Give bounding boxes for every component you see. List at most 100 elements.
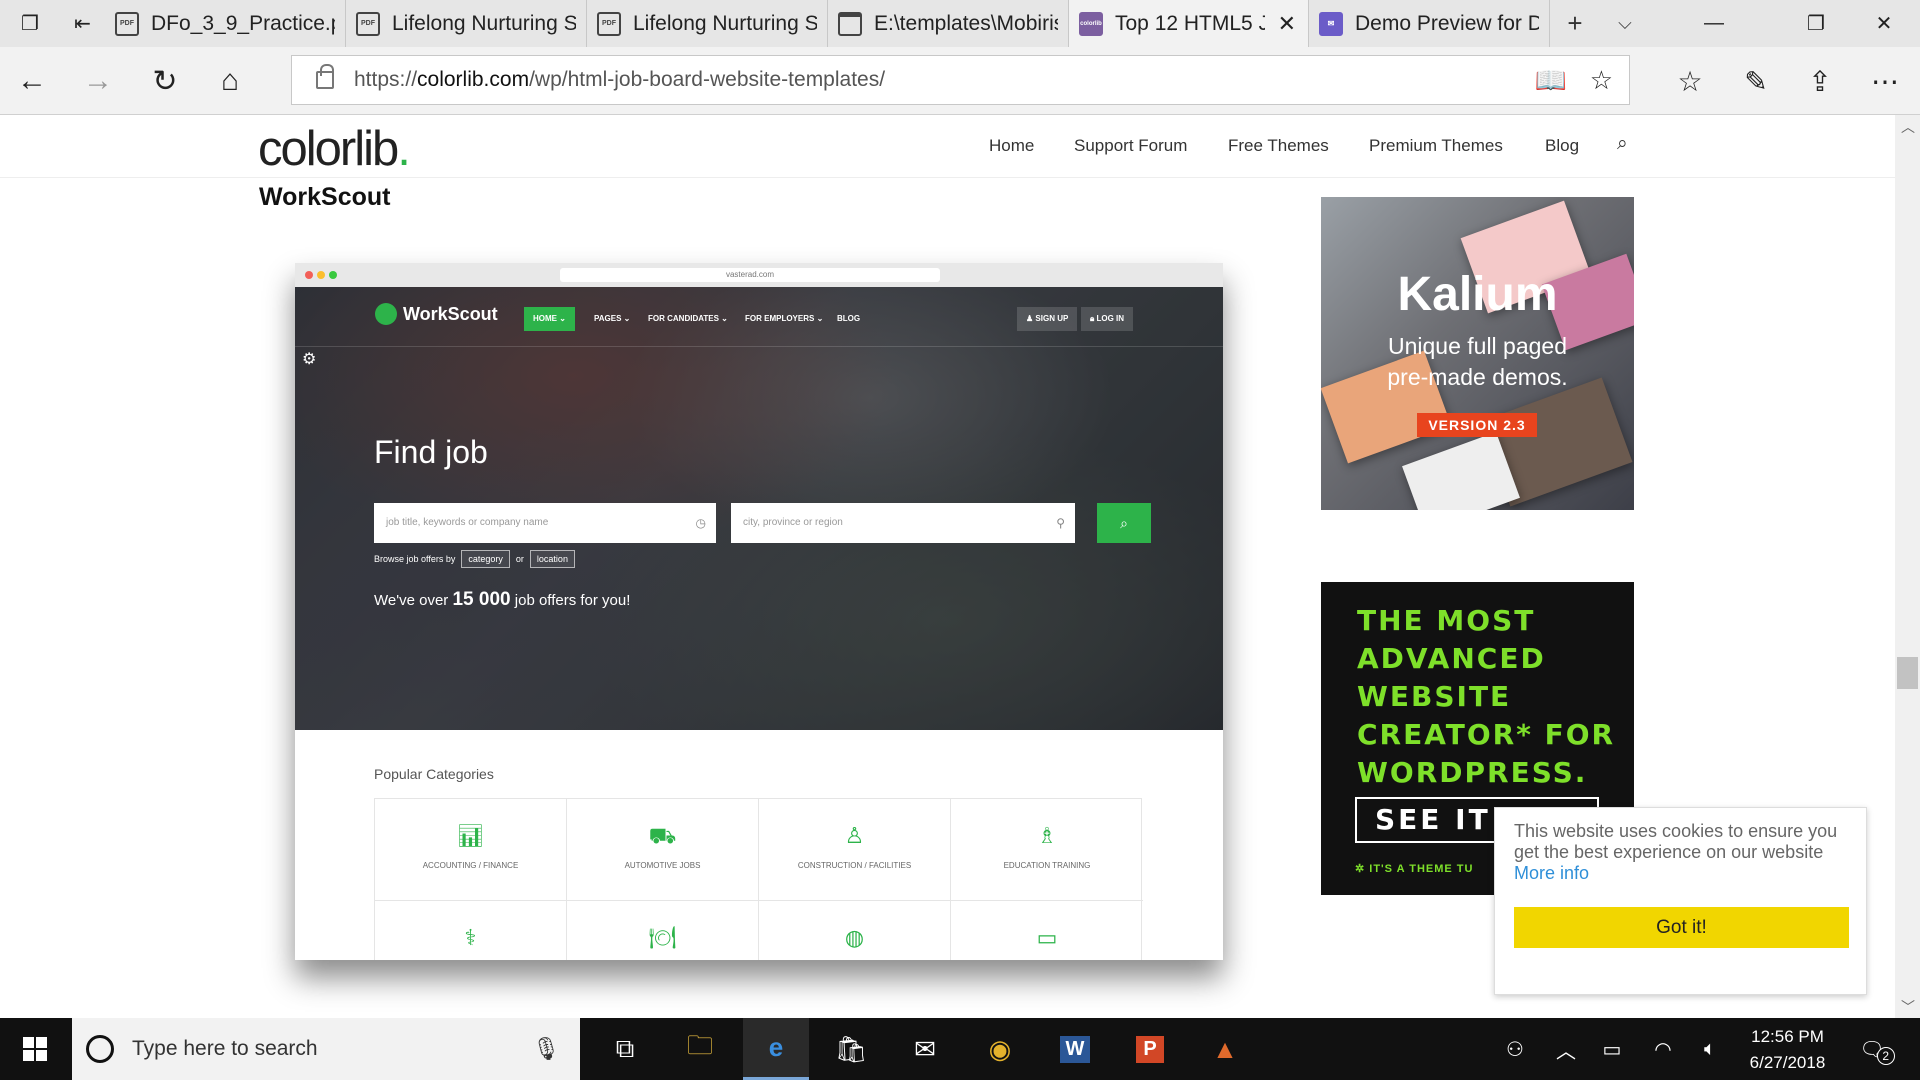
plus-icon: + bbox=[1567, 8, 1583, 38]
reading-view-icon[interactable]: 📖 bbox=[1535, 65, 1567, 96]
workscout-preview-image[interactable]: vasterad.com WorkScout HOME ⌄ PAGES ⌄ FO… bbox=[295, 263, 1223, 960]
mock-sign-up: ♟ SIGN UP bbox=[1017, 307, 1078, 331]
powerpoint-button[interactable]: P bbox=[1117, 1018, 1183, 1080]
close-tab-icon[interactable]: ✕ bbox=[1278, 11, 1296, 37]
action-center-button[interactable]: 🗨︎ 2 bbox=[1852, 1018, 1902, 1080]
refresh-button[interactable]: ↻ bbox=[135, 47, 195, 115]
mockup-hero-title: Find job bbox=[374, 434, 488, 470]
matlab-icon: ▲ bbox=[1212, 1033, 1238, 1064]
start-button[interactable] bbox=[0, 1018, 70, 1080]
mock-offers-line: We've over 15 000 job offers for you! bbox=[374, 589, 630, 611]
tab-label: Top 12 HTML5 Jo bbox=[1115, 11, 1265, 35]
pdf-icon: PDF bbox=[356, 11, 380, 36]
clock-date: 6/27/2018 bbox=[1749, 1053, 1826, 1072]
edge-button[interactable]: e bbox=[743, 1018, 809, 1080]
tab-label: Lifelong Nurturing S bbox=[392, 11, 576, 35]
nav-support-forum[interactable]: Support Forum bbox=[1074, 136, 1187, 156]
taskbar-clock[interactable]: 12:56 PM 6/27/2018 bbox=[1735, 1024, 1840, 1076]
colorlib-logo[interactable]: colorlib. bbox=[258, 121, 411, 177]
cookie-message: This website uses cookies to ensure you … bbox=[1514, 821, 1838, 862]
forward-button[interactable]: → bbox=[68, 47, 128, 115]
mock-nav-employers: FOR EMPLOYERS ⌄ bbox=[745, 314, 824, 323]
location-placeholder: city, province or region bbox=[743, 517, 843, 528]
cookie-consent-popup: This website uses cookies to ensure you … bbox=[1494, 807, 1867, 995]
page-scrollbar[interactable]: ︿ ﹀ bbox=[1895, 115, 1920, 1018]
mock-nav-candidates: FOR CANDIDATES ⌄ bbox=[648, 314, 728, 323]
set-aside-tabs-button[interactable]: ⇤ bbox=[60, 0, 105, 47]
tab-label: E:\templates\Mobiris bbox=[874, 11, 1058, 35]
scroll-down-icon[interactable]: ﹀ bbox=[1901, 997, 1915, 1017]
new-tab-button[interactable]: + bbox=[1550, 0, 1600, 47]
user-icon: ♟ bbox=[1026, 314, 1036, 323]
browser-tab-4[interactable]: E:\templates\Mobiris bbox=[828, 0, 1069, 47]
kalium-ad[interactable]: Kalium Unique full paged pre-made demos.… bbox=[1321, 197, 1634, 510]
notes-button[interactable]: ✎ bbox=[1726, 47, 1786, 115]
more-button[interactable]: ⋯ bbox=[1855, 47, 1915, 115]
back-arrow-icon: ← bbox=[17, 64, 47, 97]
wifi-icon[interactable]: ◠ bbox=[1645, 1018, 1681, 1080]
demo-icon: ✉ bbox=[1319, 11, 1343, 36]
category-construction: ♙ CONSTRUCTION / FACILITIES bbox=[759, 799, 951, 901]
word-button[interactable]: W bbox=[1042, 1018, 1108, 1080]
volume-icon[interactable]: 🔈︎ bbox=[1692, 1018, 1728, 1080]
tab-preview-button[interactable]: ❐ bbox=[0, 0, 60, 47]
browser-tab-3[interactable]: PDF Lifelong Nurturing S bbox=[587, 0, 828, 47]
ad-line: THE MOST bbox=[1357, 604, 1536, 637]
nav-free-themes[interactable]: Free Themes bbox=[1228, 136, 1329, 156]
mockup-nav: WorkScout HOME ⌄ PAGES ⌄ FOR CANDIDATES … bbox=[295, 287, 1223, 347]
cookie-message-block: This website uses cookies to ensure you … bbox=[1514, 821, 1844, 884]
pen-icon: ✎ bbox=[1744, 65, 1768, 97]
scrollbar-thumb[interactable] bbox=[1897, 657, 1918, 689]
tab-label: Demo Preview for Di bbox=[1355, 11, 1539, 35]
share-button[interactable]: ⇪ bbox=[1790, 47, 1850, 115]
clock-icon: ◷ bbox=[695, 516, 706, 530]
browser-tab-5-active[interactable]: colorlib Top 12 HTML5 Jo ✕ bbox=[1069, 0, 1309, 47]
section-title: WorkScout bbox=[259, 183, 391, 211]
home-button[interactable]: ⌂ bbox=[200, 47, 260, 115]
category-label: ACCOUNTING / FINANCE bbox=[422, 861, 519, 870]
address-bar[interactable]: https://colorlib.com/wp/html-job-board-w… bbox=[291, 55, 1630, 105]
search-icon[interactable]: ⌕ bbox=[1617, 133, 1628, 155]
nav-premium-themes[interactable]: Premium Themes bbox=[1369, 136, 1503, 156]
store-button[interactable]: 🛍︎ bbox=[818, 1018, 884, 1080]
gear-icon: ⚙ bbox=[302, 351, 317, 368]
browser-tab-2[interactable]: PDF Lifelong Nurturing S bbox=[346, 0, 587, 47]
favorites-hub-button[interactable]: ☆ bbox=[1660, 47, 1720, 115]
mock-nav-pages: PAGES ⌄ bbox=[594, 314, 631, 323]
logo-text: colorlib bbox=[258, 122, 399, 176]
taskbar-search-box[interactable]: Type here to search 🎙︎ bbox=[72, 1018, 580, 1080]
got-it-button[interactable]: Got it! bbox=[1514, 907, 1849, 948]
browser-tab-1[interactable]: PDF DFo_3_9_Practice.pdf bbox=[105, 0, 346, 47]
forward-arrow-icon: → bbox=[83, 64, 113, 97]
file-explorer-button[interactable]: 🗀 bbox=[667, 1018, 733, 1080]
scroll-up-icon[interactable]: ︿ bbox=[1901, 117, 1915, 137]
ad-line: CREATOR* FOR bbox=[1357, 718, 1616, 751]
url-scheme: https:// bbox=[354, 68, 418, 91]
microphone-icon[interactable]: 🎙︎ bbox=[532, 1036, 560, 1062]
back-button[interactable]: ← bbox=[2, 47, 62, 115]
tab-list-button[interactable]: ⌵ bbox=[1600, 0, 1650, 47]
battery-icon[interactable]: ▭ bbox=[1594, 1018, 1630, 1080]
category-education: ♗ EDUCATION TRAINING bbox=[951, 799, 1143, 901]
medical-icon: ⚕ bbox=[464, 925, 477, 950]
matlab-button[interactable]: ▲ bbox=[1192, 1018, 1258, 1080]
close-window-button[interactable]: ✕ bbox=[1850, 0, 1918, 47]
mail-button[interactable]: ✉ bbox=[892, 1018, 958, 1080]
web-page: colorlib. Home Support Forum Free Themes… bbox=[0, 115, 1920, 1018]
laptop-icon: ▭ bbox=[1036, 925, 1058, 950]
pdf-icon: PDF bbox=[597, 11, 621, 36]
more-info-link[interactable]: More info bbox=[1514, 863, 1589, 883]
window-icon bbox=[838, 11, 862, 36]
people-icon[interactable]: ⚇ bbox=[1495, 1018, 1535, 1080]
minimize-button[interactable]: — bbox=[1680, 0, 1748, 47]
favorite-star-icon[interactable]: ☆ bbox=[1590, 65, 1613, 96]
nav-home[interactable]: Home bbox=[989, 136, 1034, 156]
nav-blog[interactable]: Blog bbox=[1545, 136, 1579, 156]
mock-search-button: ⌕ bbox=[1097, 503, 1151, 543]
chrome-button[interactable]: ◉ bbox=[967, 1018, 1033, 1080]
show-hidden-icons[interactable]: ︿ bbox=[1548, 1018, 1584, 1080]
restore-button[interactable]: ❐ bbox=[1782, 0, 1850, 47]
task-view-button[interactable]: ⧉ bbox=[592, 1018, 658, 1080]
more-dots-icon: ⋯ bbox=[1871, 65, 1899, 97]
browser-tab-6[interactable]: ✉ Demo Preview for Di bbox=[1309, 0, 1550, 47]
